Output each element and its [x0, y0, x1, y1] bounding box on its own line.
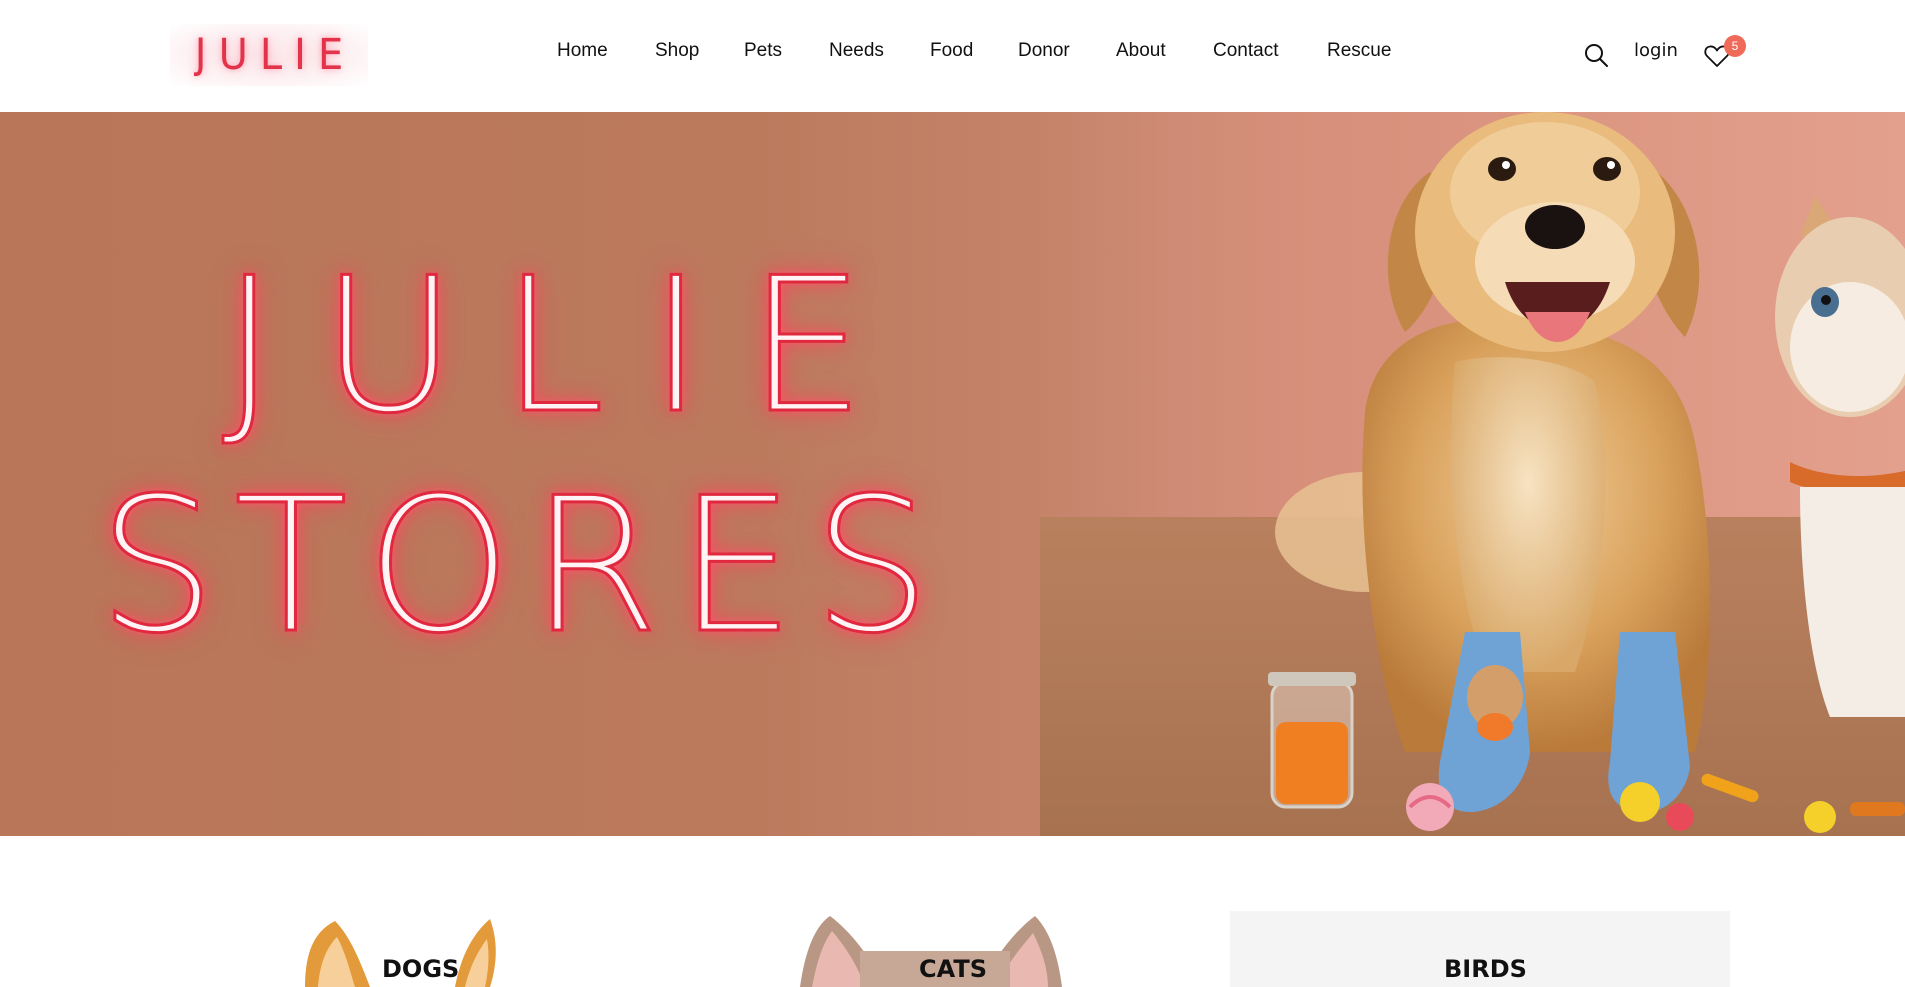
hero-title-line2: STORES: [97, 456, 949, 676]
cat-image: [1775, 197, 1905, 717]
site-logo[interactable]: JULIE: [170, 24, 368, 86]
category-cats[interactable]: CATS: [790, 911, 1130, 987]
pet-categories: DOGS CATS BIRDS: [0, 836, 1905, 987]
category-dogs-label: DOGS: [382, 955, 460, 983]
site-header: JULIE Home Shop Pets Needs Food Donor Ab…: [0, 0, 1905, 112]
nav-pets[interactable]: Pets: [744, 40, 782, 62]
category-cats-label: CATS: [919, 955, 987, 983]
login-link[interactable]: login: [1634, 40, 1678, 61]
nav-donor[interactable]: Donor: [1018, 40, 1070, 62]
nav-about[interactable]: About: [1116, 40, 1166, 62]
logo-text: JULIE: [194, 31, 356, 79]
nav-shop[interactable]: Shop: [655, 40, 699, 62]
jar-image: [1268, 672, 1356, 809]
hero-banner[interactable]: JULIE STORES: [0, 112, 1905, 836]
category-birds-label: BIRDS: [1444, 955, 1527, 983]
category-dogs[interactable]: DOGS: [290, 911, 710, 987]
nav-contact[interactable]: Contact: [1213, 40, 1278, 62]
search-icon[interactable]: [1583, 42, 1609, 68]
wishlist-count-badge: 5: [1724, 35, 1746, 57]
nav-needs[interactable]: Needs: [829, 40, 884, 62]
category-birds[interactable]: BIRDS: [1230, 911, 1730, 987]
toys-image: [1406, 773, 1905, 833]
dog-ears-image: [305, 919, 496, 987]
nav-rescue[interactable]: Rescue: [1327, 40, 1391, 62]
hero-title-line1: JULIE: [221, 236, 909, 456]
nav-home[interactable]: Home: [557, 40, 608, 62]
nav-food[interactable]: Food: [930, 40, 973, 62]
